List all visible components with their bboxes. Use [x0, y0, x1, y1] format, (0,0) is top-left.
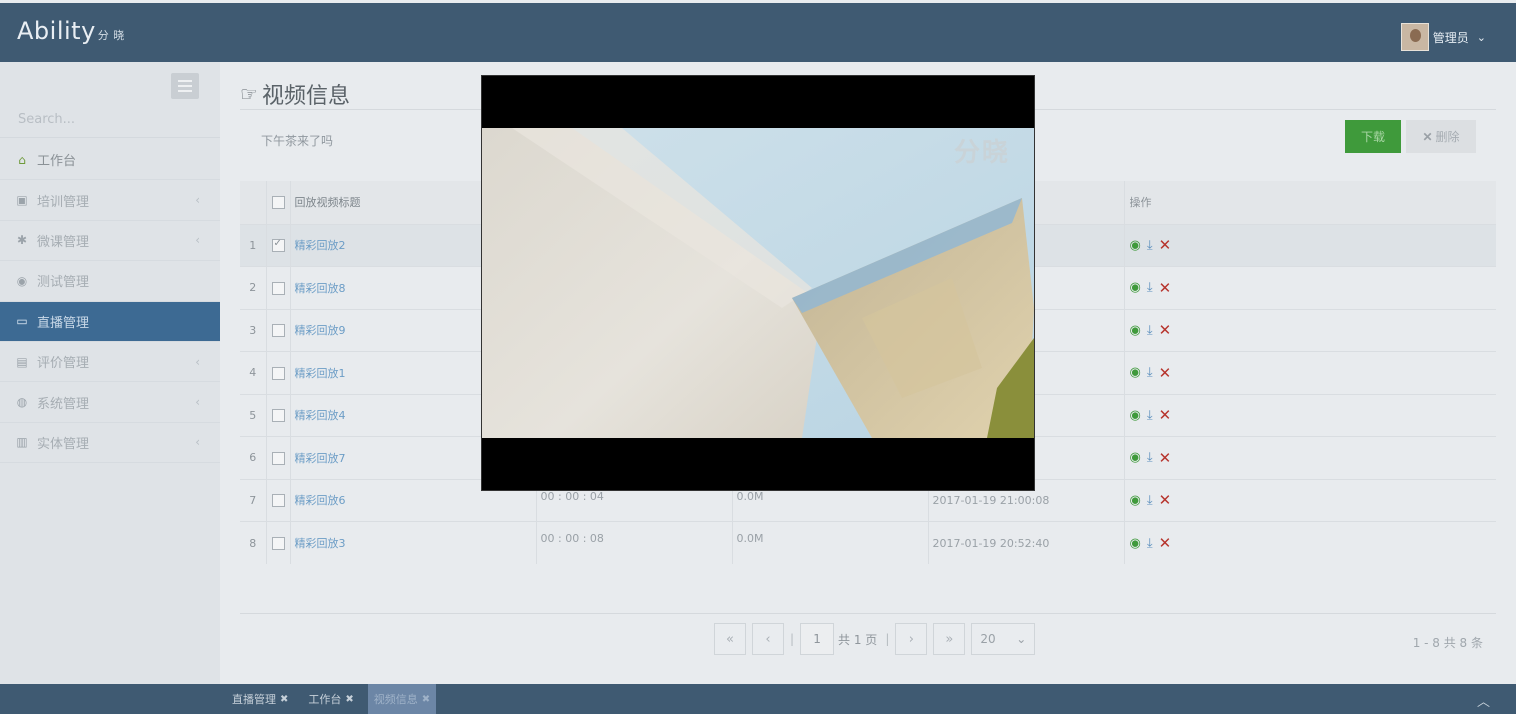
video-frame[interactable]: 分晓 [482, 128, 1034, 438]
video-watermark: 分晓 [953, 138, 1010, 168]
video-player[interactable]: 分晓 [481, 75, 1035, 491]
modal-overlay[interactable]: 分晓 [0, 0, 1516, 714]
video-still-image [482, 128, 1034, 438]
